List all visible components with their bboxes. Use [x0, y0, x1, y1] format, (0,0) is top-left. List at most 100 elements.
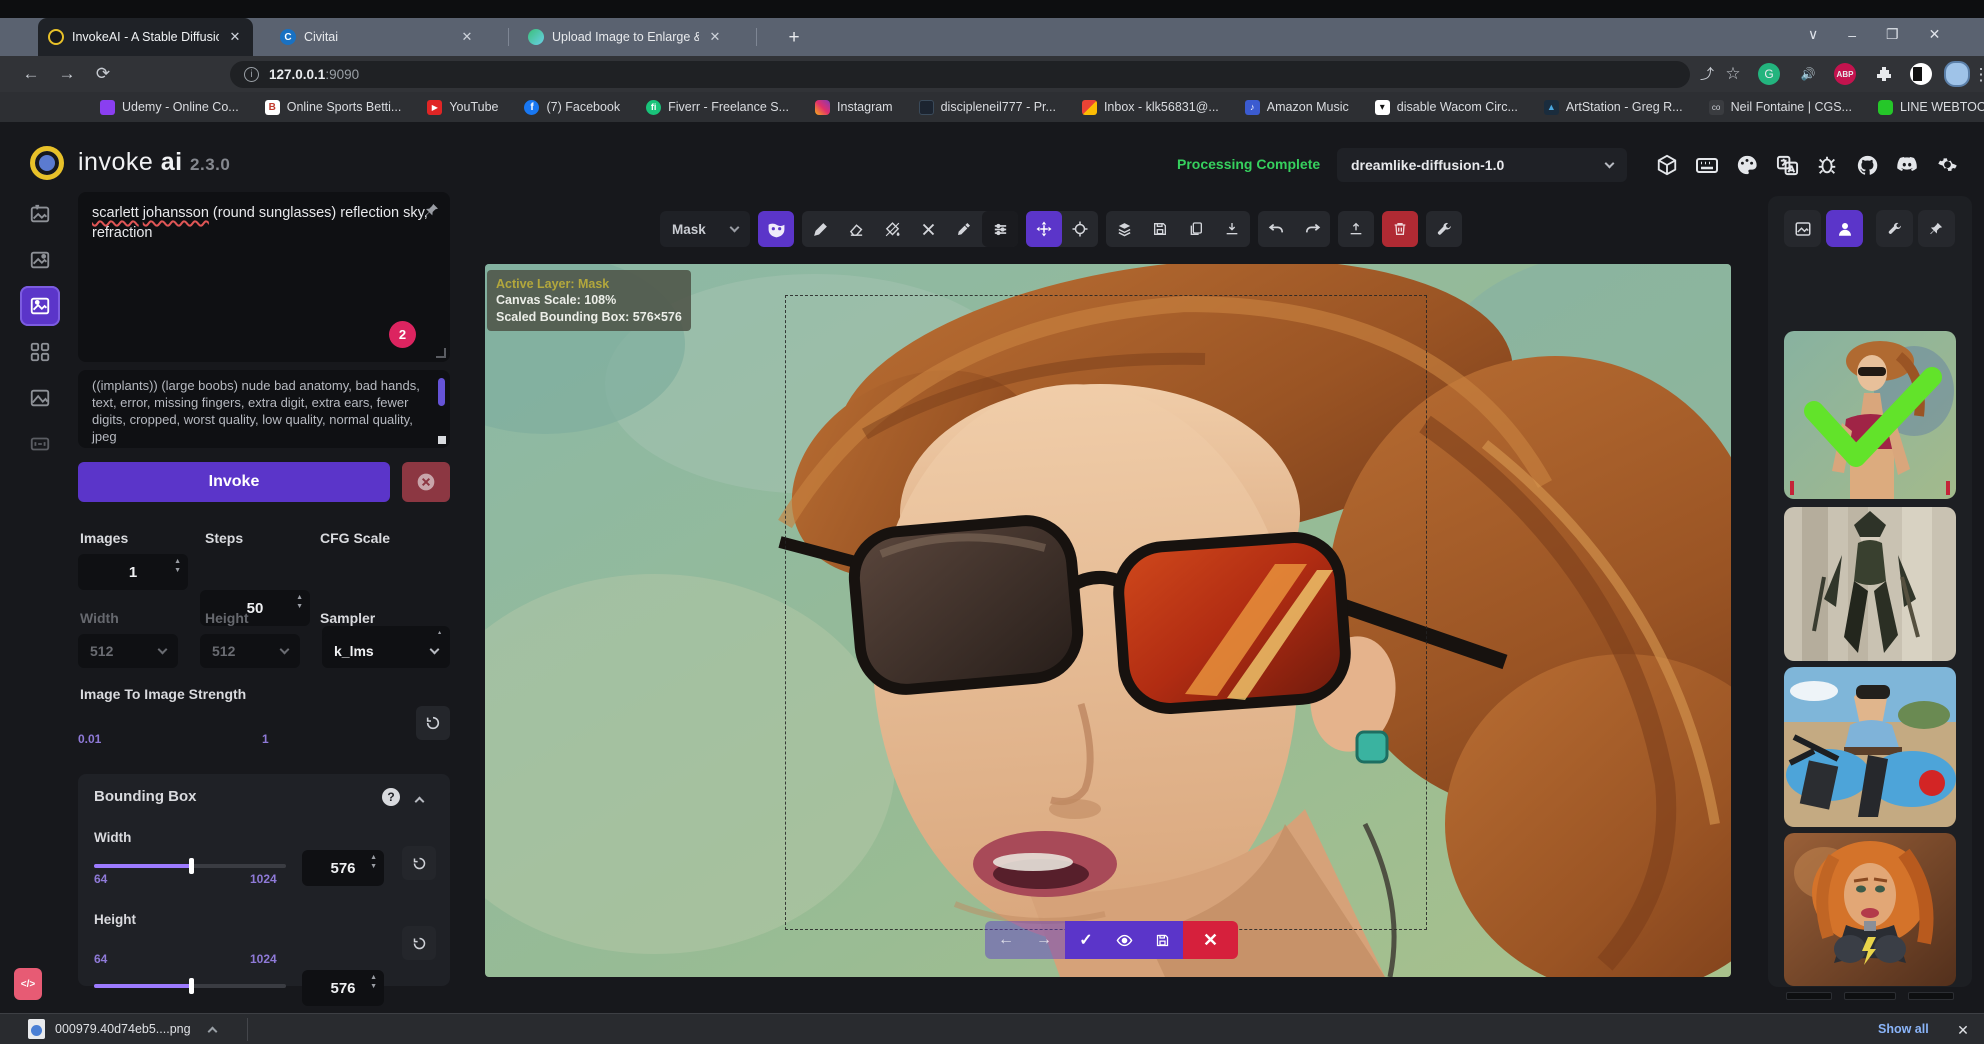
bookmark-item[interactable]: ▾disable Wacom Circ...: [1375, 100, 1518, 115]
adblock-extension-icon[interactable]: ABP: [1834, 63, 1856, 85]
height-select[interactable]: 512: [200, 634, 300, 668]
accept-check-icon[interactable]: ✓: [1067, 921, 1105, 959]
discard-x-icon[interactable]: ✕: [1192, 921, 1230, 959]
resize-handle[interactable]: [436, 348, 446, 358]
bookmark-item[interactable]: ▲ArtStation - Greg R...: [1544, 100, 1683, 115]
undo-icon[interactable]: [1258, 211, 1294, 247]
collapse-chevron-icon[interactable]: [415, 797, 425, 807]
slider-thumb[interactable]: [189, 978, 194, 994]
bookmark-item[interactable]: ▶YouTube: [427, 100, 498, 115]
tab-post-processing[interactable]: [20, 378, 60, 418]
show-all-link[interactable]: Show all: [1878, 1022, 1929, 1036]
mask-options-icon[interactable]: [758, 211, 794, 247]
scrollbar-thumb[interactable]: [438, 378, 445, 406]
color-picker-icon[interactable]: [946, 211, 982, 247]
bookmark-item[interactable]: LINE WEBTOON - G...: [1878, 100, 1984, 115]
discord-icon[interactable]: [1890, 148, 1924, 182]
language-translate-icon[interactable]: [1770, 148, 1804, 182]
bbox-height-reset-button[interactable]: [402, 926, 436, 960]
bookmark-item[interactable]: ♪Amazon Music: [1245, 100, 1349, 115]
close-shelf-icon[interactable]: ✕: [1952, 1019, 1974, 1041]
next-image-icon[interactable]: →: [1025, 921, 1063, 959]
fill-tool-icon[interactable]: [874, 211, 910, 247]
close-window-icon[interactable]: ✕: [1929, 26, 1941, 43]
move-tool-icon[interactable]: [1026, 211, 1062, 247]
speaker-extension-icon[interactable]: 🔊: [1797, 63, 1819, 85]
merge-layers-icon[interactable]: [1106, 211, 1142, 247]
redo-icon[interactable]: [1294, 211, 1330, 247]
i2i-reset-button[interactable]: [416, 706, 450, 740]
bbox-height-input[interactable]: 576 ▲▼: [302, 970, 384, 1006]
tab-close-icon[interactable]: ✕: [227, 29, 243, 45]
address-bar[interactable]: i 127.0.0.1:9090: [230, 61, 1690, 88]
prompt-input[interactable]: scarlett johansson (round sunglasses) re…: [78, 192, 450, 362]
negative-prompt-input[interactable]: ((implants)) (large boobs) nude bad anat…: [78, 370, 450, 448]
browser-tab-invokeai[interactable]: InvokeAI - A Stable Diffusion Too ✕: [38, 18, 253, 56]
gallery-pin-icon[interactable]: [1918, 210, 1955, 247]
canvas-settings-wrench-icon[interactable]: [1426, 211, 1462, 247]
forward-icon[interactable]: →: [52, 59, 82, 89]
sampler-select[interactable]: k_lms: [322, 634, 450, 668]
bookmark-item[interactable]: BOnline Sports Betti...: [265, 100, 402, 115]
bbox-width-slider[interactable]: [94, 864, 286, 868]
gallery-thumbnail[interactable]: [1784, 507, 1956, 661]
back-icon[interactable]: ←: [16, 59, 46, 89]
tab-image-to-image[interactable]: [20, 240, 60, 280]
bbox-width-input[interactable]: 576 ▲▼: [302, 850, 384, 886]
reset-view-icon[interactable]: [1062, 211, 1098, 247]
browser-tab-civitai[interactable]: C Civitai ✕: [270, 18, 485, 56]
github-icon[interactable]: [1850, 148, 1884, 182]
show-hide-eye-icon[interactable]: [1105, 921, 1143, 959]
grammarly-extension-icon[interactable]: G: [1758, 63, 1780, 85]
bookmark-item[interactable]: Udemy - Online Co...: [100, 100, 239, 115]
darkreader-extension-icon[interactable]: [1910, 63, 1932, 85]
hotkeys-keyboard-icon[interactable]: [1690, 148, 1724, 182]
browser-tab-upload[interactable]: Upload Image to Enlarge & Enha ✕: [518, 18, 733, 56]
pin-icon[interactable]: [424, 202, 440, 218]
invoke-button[interactable]: Invoke: [78, 462, 390, 502]
new-tab-button[interactable]: +: [782, 26, 806, 50]
gallery-user-toggle[interactable]: [1826, 210, 1863, 247]
bookmark-item[interactable]: f(7) Facebook: [524, 100, 620, 115]
gallery-thumbnail[interactable]: [1784, 667, 1956, 827]
tab-training[interactable]: [20, 424, 60, 464]
copy-to-clipboard-icon[interactable]: [1178, 211, 1214, 247]
stepper-arrows[interactable]: ▲▼: [370, 854, 377, 870]
tab-search-chevron-icon[interactable]: ∨: [1808, 26, 1818, 43]
eraser-tool-icon[interactable]: [838, 211, 874, 247]
model-cube-icon[interactable]: [1650, 148, 1684, 182]
clear-canvas-trash-icon[interactable]: [1382, 211, 1418, 247]
bbox-height-slider[interactable]: [94, 984, 286, 988]
tab-nodes[interactable]: [20, 332, 60, 372]
images-input[interactable]: 1 ▲▼: [78, 554, 188, 590]
width-select[interactable]: 512: [78, 634, 178, 668]
tab-close-icon[interactable]: ✕: [459, 29, 475, 45]
save-to-gallery-icon[interactable]: [1142, 211, 1178, 247]
stepper-arrows[interactable]: ▲▼: [296, 594, 303, 610]
gallery-images-toggle[interactable]: [1784, 210, 1821, 247]
help-icon[interactable]: ?: [382, 788, 400, 806]
download-image-icon[interactable]: [1214, 211, 1250, 247]
settings-gear-icon[interactable]: [1930, 148, 1964, 182]
brush-options-icon[interactable]: [982, 211, 1018, 247]
bookmark-item[interactable]: coNeil Fontaine | CGS...: [1709, 100, 1852, 115]
gallery-thumbnail[interactable]: [1784, 833, 1956, 986]
console-toggle-button[interactable]: </>: [14, 968, 42, 1000]
model-select[interactable]: dreamlike-diffusion-1.0: [1337, 148, 1627, 182]
upload-image-icon[interactable]: [1338, 211, 1374, 247]
resize-handle[interactable]: [438, 436, 446, 444]
tab-unified-canvas[interactable]: [20, 286, 60, 326]
gallery-thumbnail-selected[interactable]: [1784, 331, 1956, 499]
bookmark-item[interactable]: Inbox - klk56831@...: [1082, 100, 1219, 115]
menu-kebab-icon[interactable]: ⋮: [1966, 60, 1984, 90]
bookmark-item[interactable]: discipleneil777 - Pr...: [919, 100, 1056, 115]
cancel-button[interactable]: [402, 462, 450, 502]
tab-text-to-image[interactable]: [20, 194, 60, 234]
reload-icon[interactable]: ⟳: [88, 59, 118, 89]
bookmark-star-icon[interactable]: ☆: [1718, 59, 1748, 89]
bookmark-item[interactable]: fiFiverr - Freelance S...: [646, 100, 789, 115]
gallery-settings-wrench-icon[interactable]: [1876, 210, 1913, 247]
bbox-width-reset-button[interactable]: [402, 846, 436, 880]
minimize-icon[interactable]: –: [1848, 27, 1856, 43]
previous-image-icon[interactable]: ←: [987, 921, 1025, 959]
